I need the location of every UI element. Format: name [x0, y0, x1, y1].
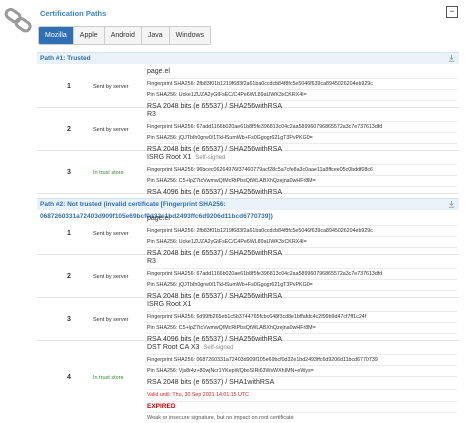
row-number: 3 [67, 316, 71, 323]
cert-fingerprint: Fingerprint SHA256: 2fb83f01b1219f683f2a… [147, 226, 457, 238]
cert-fingerprint: Fingerprint SHA256: 67add1166b020ae61b8f… [147, 269, 457, 281]
row-number: 2 [67, 273, 71, 280]
weak-signature-note: Weak or insecure signature, but no impac… [147, 414, 294, 421]
cert-fingerprint: Fingerprint SHA256: 6d99fb265eb1c5b37447… [147, 312, 457, 324]
path-1-row-3: 3 In trust store ISRG Root X1 Self-signed… [37, 150, 459, 196]
path-2-title: Path #2: Not trusted [40, 201, 102, 208]
cert-fingerprint: Fingerprint SHA256: 67add1166b020ae61b8f… [147, 122, 457, 134]
path-1-header: Path #1: Trusted [37, 52, 459, 64]
cert-pin: Pin SHA256: jQJTbIh0grw0/1TkHSumWb+Fs0Gg… [147, 133, 457, 145]
cert-name: ISRG Root X1 Self-signed [147, 152, 457, 165]
tab-apple[interactable]: Apple [73, 27, 105, 44]
row-number: 3 [67, 169, 71, 176]
download-icon[interactable] [448, 201, 455, 208]
cert-source: Sent by server [93, 231, 129, 237]
cert-details: DST Root CA X3 Self-signed Fingerprint SH… [147, 342, 457, 423]
cert-name: ISRG Root X1 [147, 299, 457, 312]
cert-name: DST Root CA X3 Self-signed [147, 342, 457, 355]
cert-source: In trust store [93, 375, 124, 381]
cert-source: Sent by server [93, 317, 129, 323]
cert-source: Sent by server [93, 274, 129, 280]
section-title: Certification Paths [40, 9, 107, 18]
cert-pin: Pin SHA256: Vjs8r4z+80wjNcr1YKepWQboSIRi… [147, 366, 457, 378]
path-2-row-1: 1 Sent by server page.el Fingerprint SHA… [37, 211, 459, 257]
cert-name: R3 [147, 109, 457, 122]
path-2-row-3: 3 Sent by server ISRG Root X1 Fingerprin… [37, 297, 459, 343]
cert-name: page.el [147, 66, 457, 79]
download-icon[interactable] [448, 55, 455, 62]
path-2-row-2: 2 Sent by server R3 Fingerprint SHA256: … [37, 254, 459, 300]
row-number: 4 [67, 374, 71, 381]
tab-java[interactable]: Java [141, 27, 170, 44]
cert-valid-until: Valid until: Thu, 30 Sep 2021 14:01:15 U… [147, 390, 457, 402]
cert-pin: Pin SHA256: C5+lpZ7tcVwmwQIMcRtPbsQtWLAB… [147, 323, 457, 335]
path-2-header: Path #2: Not trusted (invalid certificat… [37, 198, 459, 220]
path-1-title: Path #1: Trusted [40, 55, 91, 62]
cert-pin: Pin SHA256: Ucke1ZUZA2yGtFsEC/C4Pe6WL89a… [147, 237, 457, 249]
path-1-row-2: 2 Sent by server R3 Fingerprint SHA256: … [37, 107, 459, 153]
cert-source: In trust store [93, 170, 124, 176]
cert-pin: Pin SHA256: C5+lpZ7tcVwmwQIMcRtPbsQtWLAB… [147, 176, 457, 188]
cert-key: RSA 2048 bits (e 65537) / SHA1withRSA [147, 377, 457, 391]
expired-badge: EXPIRED [147, 402, 457, 413]
path-2-row-4: 4 In trust store DST Root CA X3 Self-sign… [37, 340, 459, 421]
cert-pin: Pin SHA256: Ucke1ZUZA2yGtFsEC/C4Pe6WL89a… [147, 90, 457, 102]
cert-name: R3 [147, 256, 457, 269]
tab-android[interactable]: Android [104, 27, 142, 44]
row-number: 2 [67, 126, 71, 133]
cert-details: ISRG Root X1 Self-signed Fingerprint SHA2… [147, 152, 457, 199]
cert-pin: Pin SHA256: jQJTbIh0grw0/1TkHSumWb+Fs0Gg… [147, 280, 457, 292]
cert-fingerprint: Fingerprint SHA256: 2fb83f01b1219f683f2a… [147, 79, 457, 91]
tab-windows[interactable]: Windows [169, 27, 211, 44]
row-number: 1 [67, 230, 71, 237]
self-signed-label: Self-signed [203, 345, 234, 351]
tab-mozilla[interactable]: Mozilla [39, 27, 74, 44]
trust-store-tabs: Mozilla Apple Android Java Windows [38, 26, 212, 45]
self-signed-label: Self-signed [195, 155, 226, 161]
cert-name: page.el [147, 213, 457, 226]
row-number: 1 [67, 83, 71, 90]
cert-source: Sent by server [93, 127, 129, 133]
cert-fingerprint: Fingerprint SHA256: 96bcec06264976f37460… [147, 165, 457, 177]
path-1-row-1: 1 Sent by server page.el Fingerprint SHA… [37, 64, 459, 110]
cert-source: Sent by server [93, 84, 129, 90]
chain-link-icon [4, 8, 32, 33]
cert-fingerprint: Fingerprint SHA256: 0687260331a72403d909… [147, 355, 457, 367]
collapse-button[interactable]: − [446, 6, 458, 18]
